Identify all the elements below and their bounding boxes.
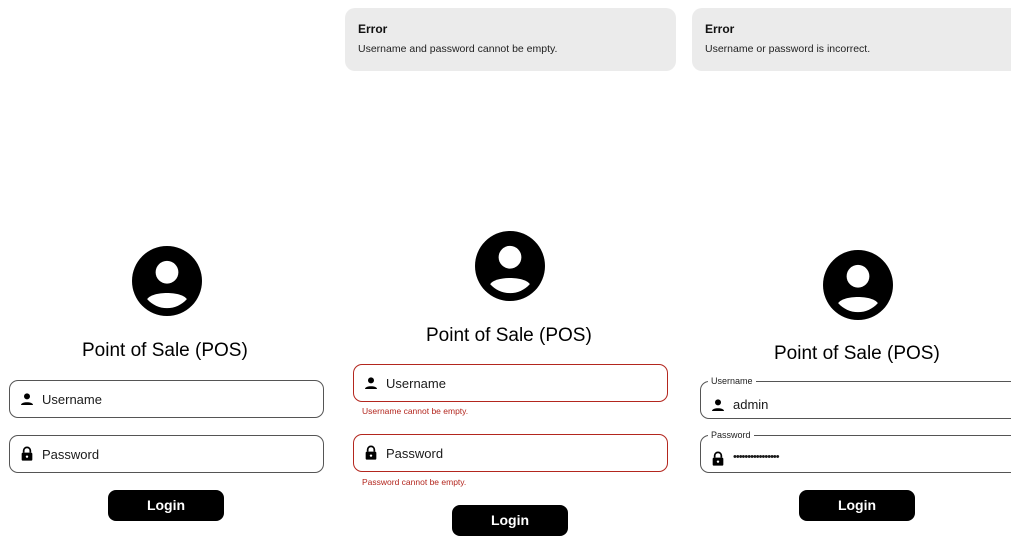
password-field[interactable]: Password •••••••••••••••• (700, 429, 1011, 473)
username-value: admin (733, 397, 769, 412)
toast-message: Username and password cannot be empty. (358, 43, 558, 55)
page-title: Point of Sale (POS) (82, 340, 248, 361)
lock-icon (712, 451, 724, 466)
error-toast: Error Username or password is incorrect. (692, 8, 1011, 71)
username-placeholder: Username (386, 376, 446, 391)
password-placeholder: Password (386, 446, 444, 461)
page-title: Point of Sale (POS) (426, 325, 592, 346)
lock-icon (21, 446, 33, 461)
username-error-text: Username cannot be empty. (362, 406, 469, 416)
person-icon (365, 377, 377, 389)
password-field[interactable]: Password (353, 434, 668, 472)
lock-icon (365, 445, 377, 460)
password-placeholder: Password (42, 447, 100, 462)
password-label: Password (708, 429, 754, 441)
login-button[interactable]: Login (799, 490, 915, 521)
username-field[interactable]: Username admin (700, 375, 1011, 419)
page-title: Point of Sale (POS) (774, 343, 940, 364)
toast-message: Username or password is incorrect. (705, 43, 871, 55)
person-icon (21, 393, 33, 405)
password-field[interactable]: Password (9, 435, 324, 473)
account-circle-icon (823, 250, 893, 320)
account-circle-icon (132, 246, 202, 316)
login-screen-incorrect: Error Username or password is incorrect.… (692, 0, 1011, 531)
username-placeholder: Username (42, 392, 102, 407)
login-screen-default: Point of Sale (POS) Username Password Lo… (0, 0, 337, 531)
error-toast: Error Username and password cannot be em… (345, 8, 676, 71)
toast-title: Error (705, 22, 735, 36)
username-field[interactable]: Username (353, 364, 668, 402)
username-label: Username (708, 375, 756, 387)
person-icon (712, 399, 724, 411)
password-value: •••••••••••••••• (733, 451, 780, 463)
login-button[interactable]: Login (452, 505, 568, 536)
account-circle-icon (475, 231, 545, 301)
username-field[interactable]: Username (9, 380, 324, 418)
login-screen-empty-error: Error Username and password cannot be em… (345, 0, 679, 536)
toast-title: Error (358, 22, 388, 36)
password-error-text: Password cannot be empty. (362, 477, 467, 487)
login-button[interactable]: Login (108, 490, 224, 521)
